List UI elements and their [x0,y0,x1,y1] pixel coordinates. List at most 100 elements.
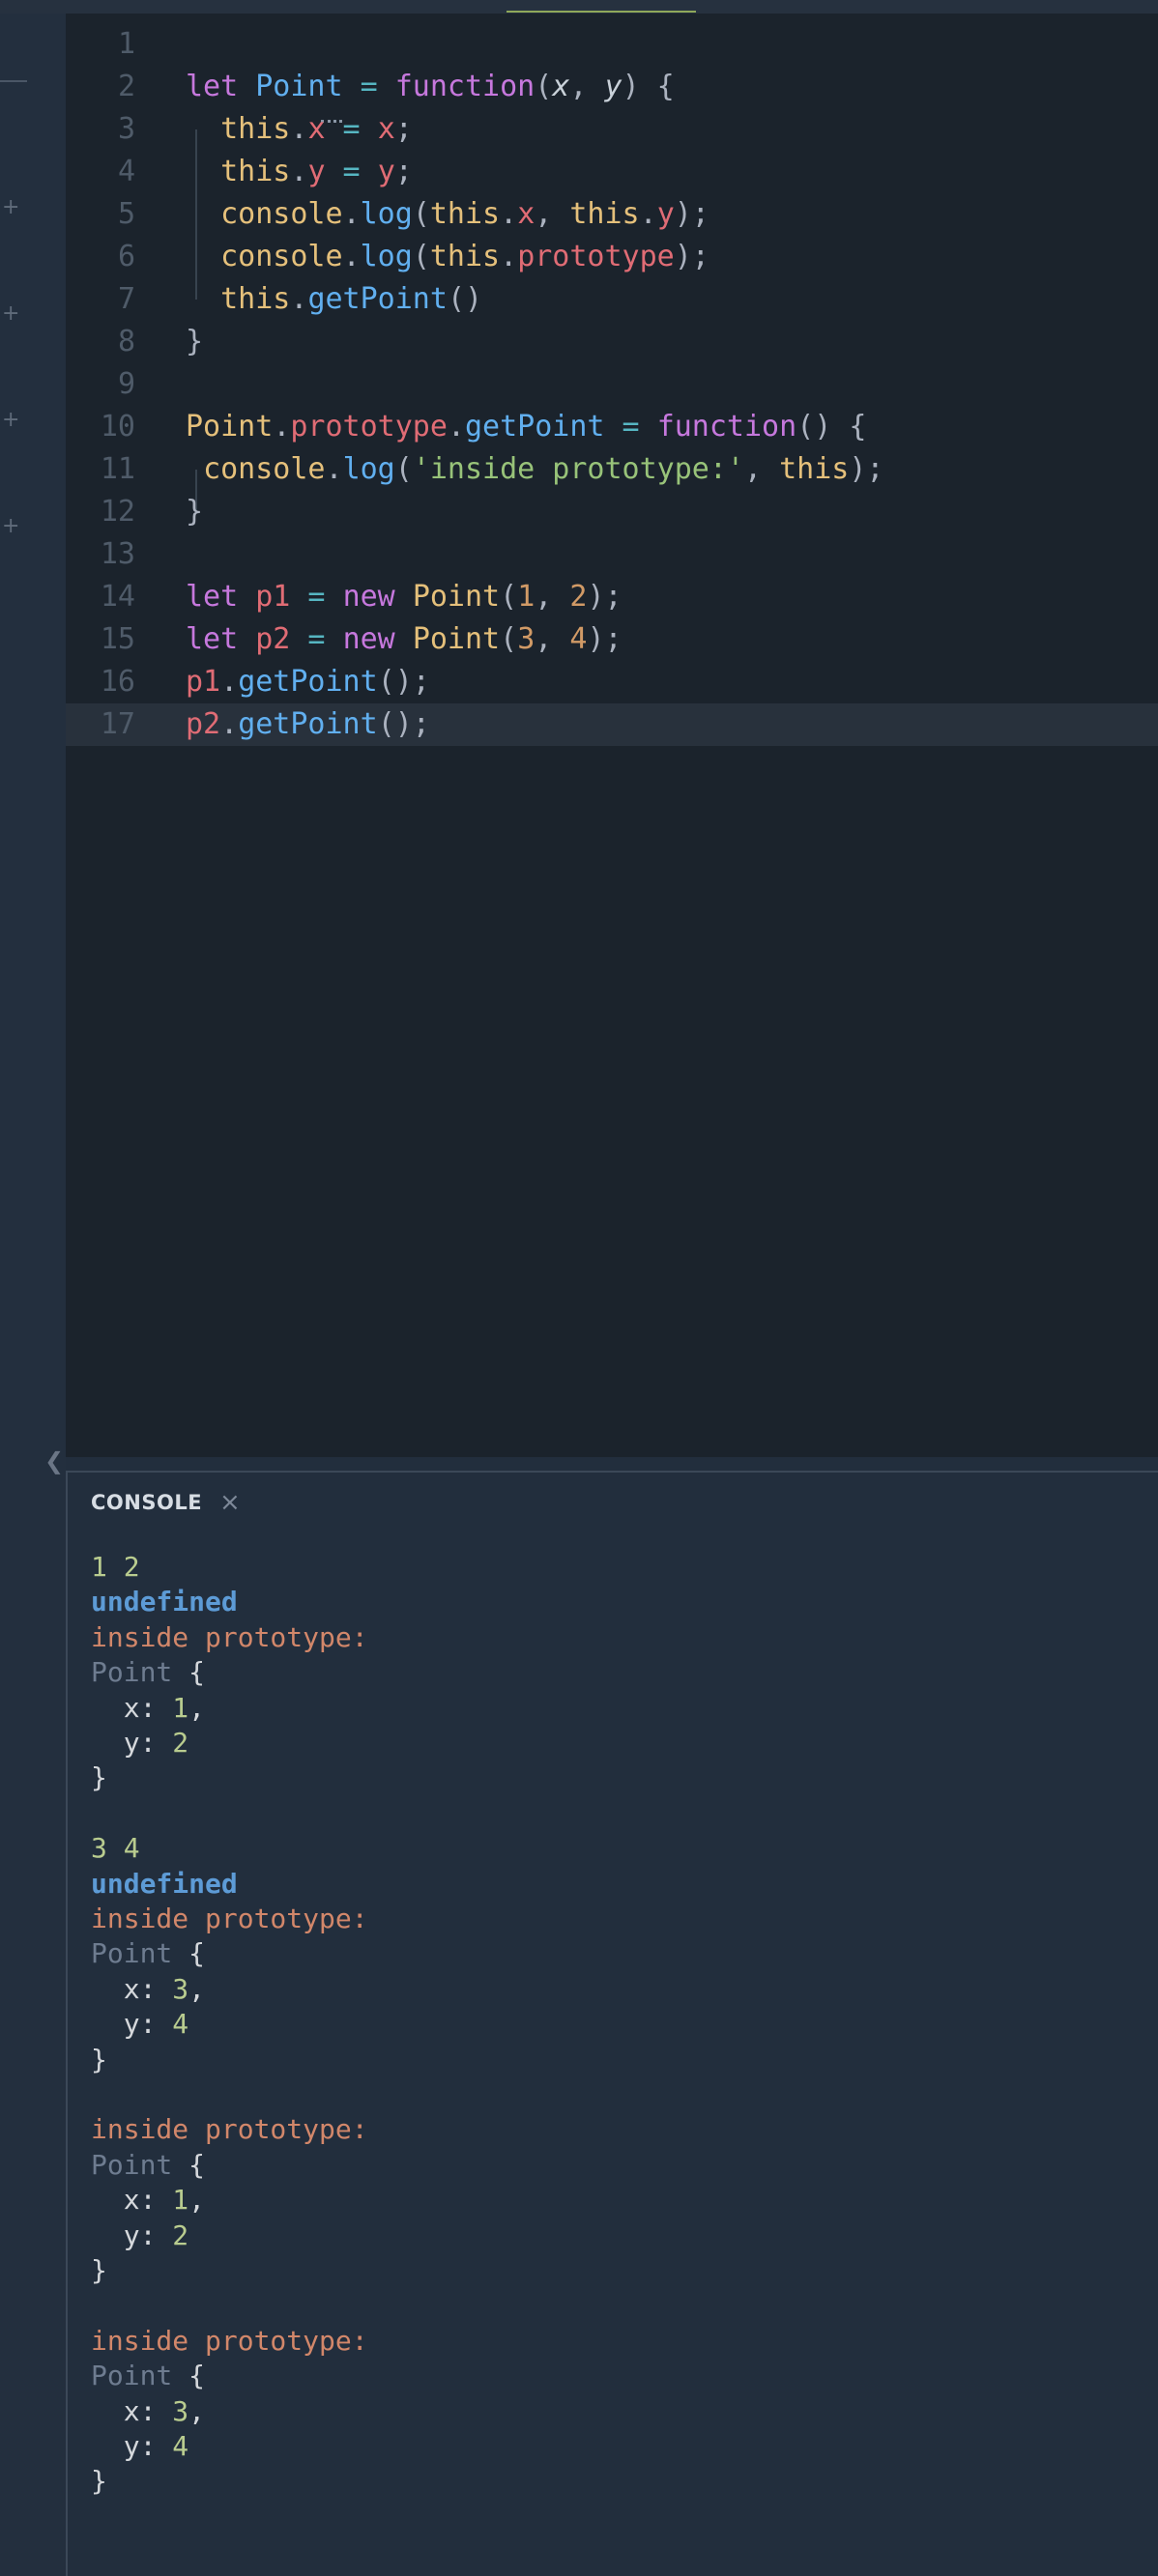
line-number: 11 [100,452,135,486]
code-token: ( [500,622,518,656]
code-line[interactable]: 13 [66,533,1158,576]
prop-value: 1 [172,1691,189,1724]
add-plus-icon[interactable]: + [2,303,19,325]
code-token: Point [412,580,501,614]
add-plus-icon[interactable]: + [2,410,19,431]
code-line[interactable]: 11 console.log('inside prototype:', this… [66,448,1158,491]
console-output-line: } [91,1761,107,1794]
prop-tail: , [188,2394,206,2427]
code-line[interactable]: 17 p2.getPoint(); [66,703,1158,746]
line-number: 6 [117,240,135,273]
code-token: y [377,155,395,188]
code-token: 1 [517,580,536,614]
collapse-chevron-icon[interactable]: ❮ [44,1447,64,1474]
add-plus-icon[interactable]: + [2,516,19,537]
code-token: this [429,240,501,273]
code-line[interactable]: 12} [66,491,1158,533]
code-token: = [290,580,343,614]
line-number: 17 [100,707,135,741]
code-token: , [569,70,605,103]
code-token: getPoint [465,410,605,444]
console-output-line: inside prototype: [91,1620,368,1653]
code-line[interactable]: 2 let Point = function(x, y) { [66,66,1158,108]
prop-value: 4 [172,2430,189,2462]
left-gutter: + + + + [0,14,66,2576]
code-token: ; [394,112,413,146]
code-token: let [186,580,256,614]
code-token: 3 [517,622,536,656]
prop-key: x: [91,2394,173,2427]
object-brace: { [172,1937,206,1970]
code-token: x [307,112,326,146]
code-token: = [325,112,378,146]
close-icon[interactable]: × [219,1490,241,1515]
code-line[interactable]: 15 let p2 = new Point(3, 4); [66,618,1158,661]
code-token: . [447,410,465,444]
code-token: p2 [255,622,291,656]
code-token: x [377,112,395,146]
code-token: . [220,707,239,741]
add-plus-icon[interactable]: + [2,197,19,218]
code-token: , [743,452,780,486]
code-token: function [656,410,797,444]
console-output-line: inside prototype: [91,2113,368,2146]
code-token: x [552,70,570,103]
console-object-prop: x: 1, [91,2183,205,2218]
code-token: console [203,452,326,486]
console-title: CONSOLE [91,1491,203,1514]
code-token: prototype [290,410,448,444]
gutter-dash [0,80,27,82]
code-token: . [220,665,239,699]
console-object-prop: x: 3, [91,1972,205,2007]
prop-key: x: [91,1972,173,2005]
code-token: 2 [569,580,588,614]
code-token: 4 [569,622,588,656]
console-panel: CONSOLE × 1 2 undefined inside prototype: P… [66,1471,1158,2576]
prop-value: 1 [172,2184,189,2217]
prop-value: 3 [172,2394,189,2427]
code-line[interactable]: 14 let p1 = new Point(1, 2); [66,576,1158,618]
code-token: . [273,410,291,444]
code-line[interactable]: 6 console.log(this.prototype); [66,236,1158,278]
code-token: ( [412,197,430,231]
code-token: (); [377,665,430,699]
code-token: x [517,197,536,231]
prop-key: x: [91,2184,173,2217]
prop-value: 2 [172,2218,189,2251]
code-token: this [779,452,850,486]
prop-key: y: [91,1727,173,1759]
code-token: let [186,70,256,103]
code-line[interactable]: 10 Point.prototype.getPoint = function() … [66,406,1158,448]
code-line[interactable]: 7 this.getPoint() [66,278,1158,321]
code-text: let p1 = new Point(1, 2); [186,576,622,618]
code-token: ( [535,70,553,103]
code-token: . [290,282,308,316]
code-line[interactable]: 5 console.log(this.x, this.y); [66,193,1158,236]
code-token: this [220,112,291,146]
code-text: p1.getPoint(); [186,661,430,703]
code-line[interactable]: 1 [66,23,1158,66]
object-brace: { [172,1656,206,1689]
code-line[interactable]: 4 this.y = y; [66,151,1158,193]
prop-value: 4 [172,2008,189,2041]
code-text: let Point = function(x, y) { [186,66,675,108]
console-object-open: Point { [91,2148,205,2183]
code-line[interactable]: 16 p1.getPoint(); [66,661,1158,703]
console-output-line: undefined [91,1867,238,1900]
prop-tail: , [188,1691,206,1724]
code-line[interactable]: 9 [66,363,1158,406]
code-token: , [535,622,570,656]
code-text: this.y = y; [186,151,413,193]
code-token: let [186,622,256,656]
code-token: () [447,282,483,316]
code-token: this [429,197,501,231]
code-token: ( [412,240,430,273]
code-text: } [186,321,203,363]
code-token: ( [500,580,518,614]
line-number: 14 [100,580,135,614]
code-token: getPoint [238,665,378,699]
code-line[interactable]: 3 this.x = x; [66,108,1158,151]
code-editor[interactable]: 1 2 let Point = function(x, y) {3 this.x =… [66,14,1158,1457]
line-number: 5 [117,197,135,231]
code-line[interactable]: 8} [66,321,1158,363]
